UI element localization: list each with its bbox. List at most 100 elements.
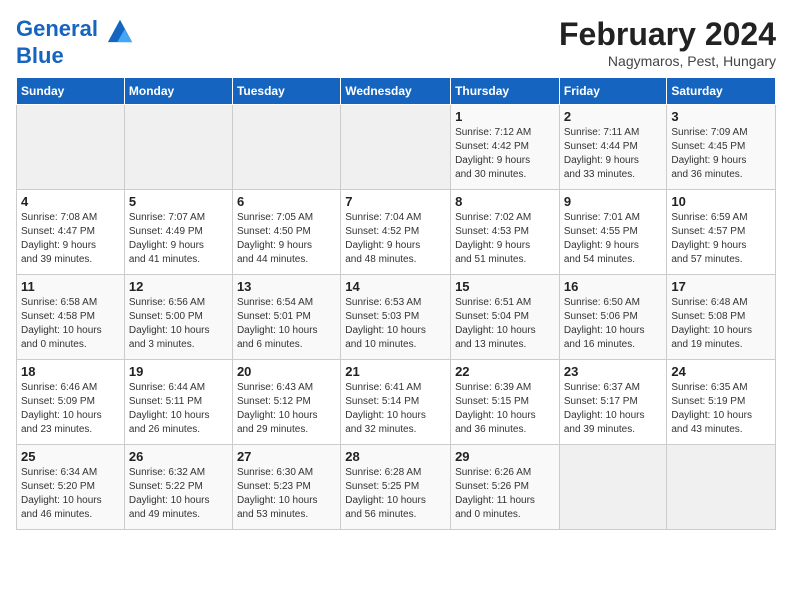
day-info: Sunrise: 6:46 AMSunset: 5:09 PMDaylight:… [21,381,120,437]
calendar-cell: 27 Sunrise: 6:30 AMSunset: 5:23 PMDayligh… [232,445,340,530]
calendar-cell: 2 Sunrise: 7:11 AMSunset: 4:44 PMDaylight… [559,105,667,190]
calendar-header: SundayMondayTuesdayWednesdayThursdayFrid… [17,78,776,105]
day-number: 29 [455,449,555,464]
day-number: 24 [671,364,771,379]
calendar-cell: 9 Sunrise: 7:01 AMSunset: 4:55 PMDaylight… [559,190,667,275]
day-info: Sunrise: 6:59 AMSunset: 4:57 PMDaylight:… [671,211,771,267]
day-info: Sunrise: 6:35 AMSunset: 5:19 PMDaylight:… [671,381,771,437]
calendar-cell: 10Sunrise: 6:59 AMSunset: 4:57 PMDayligh… [667,190,776,275]
calendar-cell: 4 Sunrise: 7:08 AMSunset: 4:47 PMDaylight… [17,190,125,275]
day-info: Sunrise: 6:28 AMSunset: 5:25 PMDaylight:… [345,466,446,522]
day-info: Sunrise: 7:04 AMSunset: 4:52 PMDaylight:… [345,211,446,267]
location-subtitle: Nagymaros, Pest, Hungary [559,53,776,69]
calendar-cell: 19 Sunrise: 6:44 AMSunset: 5:11 PMDayligh… [124,360,232,445]
title-area: February 2024 Nagymaros, Pest, Hungary [559,16,776,69]
calendar-cell: 11 Sunrise: 6:58 AMSunset: 4:58 PMDayligh… [17,275,125,360]
day-number: 18 [21,364,120,379]
day-number: 20 [237,364,336,379]
week-row-2: 4 Sunrise: 7:08 AMSunset: 4:47 PMDaylight… [17,190,776,275]
calendar-cell: 29 Sunrise: 6:26 AMSunset: 5:26 PMDayligh… [451,445,560,530]
day-info: Sunrise: 6:26 AMSunset: 5:26 PMDaylight:… [455,466,555,522]
day-info: Sunrise: 6:34 AMSunset: 5:20 PMDaylight:… [21,466,120,522]
calendar-cell: 12Sunrise: 6:56 AMSunset: 5:00 PMDayligh… [124,275,232,360]
day-header-saturday: Saturday [667,78,776,105]
day-info: Sunrise: 6:50 AMSunset: 5:06 PMDaylight:… [564,296,663,352]
day-number: 1 [455,109,555,124]
day-info: Sunrise: 6:41 AMSunset: 5:14 PMDaylight:… [345,381,446,437]
day-number: 9 [564,194,663,209]
calendar-cell [341,105,451,190]
day-number: 4 [21,194,120,209]
calendar-cell: 3 Sunrise: 7:09 AMSunset: 4:45 PMDaylight… [667,105,776,190]
calendar-cell: 6Sunrise: 7:05 AMSunset: 4:50 PMDaylight… [232,190,340,275]
logo-icon [106,16,134,44]
day-number: 22 [455,364,555,379]
calendar-cell: 7Sunrise: 7:04 AMSunset: 4:52 PMDaylight… [341,190,451,275]
week-row-5: 25 Sunrise: 6:34 AMSunset: 5:20 PMDayligh… [17,445,776,530]
day-info: Sunrise: 6:51 AMSunset: 5:04 PMDaylight:… [455,296,555,352]
day-number: 12 [129,279,228,294]
day-info: Sunrise: 6:30 AMSunset: 5:23 PMDaylight:… [237,466,336,522]
day-number: 25 [21,449,120,464]
day-number: 13 [237,279,336,294]
week-row-3: 11 Sunrise: 6:58 AMSunset: 4:58 PMDayligh… [17,275,776,360]
day-number: 26 [129,449,228,464]
day-info: Sunrise: 6:37 AMSunset: 5:17 PMDaylight:… [564,381,663,437]
day-info: Sunrise: 7:11 AMSunset: 4:44 PMDaylight:… [564,126,663,182]
day-number: 5 [129,194,228,209]
day-number: 16 [564,279,663,294]
calendar-cell [667,445,776,530]
day-info: Sunrise: 6:43 AMSunset: 5:12 PMDaylight:… [237,381,336,437]
day-info: Sunrise: 7:07 AMSunset: 4:49 PMDaylight:… [129,211,228,267]
calendar-cell: 1 Sunrise: 7:12 AMSunset: 4:42 PMDaylight… [451,105,560,190]
day-number: 3 [671,109,771,124]
day-header-thursday: Thursday [451,78,560,105]
calendar-cell: 8Sunrise: 7:02 AMSunset: 4:53 PMDaylight… [451,190,560,275]
calendar-cell: 22Sunrise: 6:39 AMSunset: 5:15 PMDayligh… [451,360,560,445]
day-info: Sunrise: 7:09 AMSunset: 4:45 PMDaylight:… [671,126,771,182]
day-info: Sunrise: 6:32 AMSunset: 5:22 PMDaylight:… [129,466,228,522]
day-info: Sunrise: 7:12 AMSunset: 4:42 PMDaylight:… [455,126,555,182]
day-number: 11 [21,279,120,294]
calendar-cell: 26 Sunrise: 6:32 AMSunset: 5:22 PMDayligh… [124,445,232,530]
logo-blue: Blue [16,44,134,68]
day-number: 23 [564,364,663,379]
calendar-cell: 15 Sunrise: 6:51 AMSunset: 5:04 PMDayligh… [451,275,560,360]
calendar-cell: 18 Sunrise: 6:46 AMSunset: 5:09 PMDayligh… [17,360,125,445]
header-row: SundayMondayTuesdayWednesdayThursdayFrid… [17,78,776,105]
calendar-cell: 21 Sunrise: 6:41 AMSunset: 5:14 PMDayligh… [341,360,451,445]
day-header-tuesday: Tuesday [232,78,340,105]
logo: General Blue [16,16,134,68]
week-row-1: 1 Sunrise: 7:12 AMSunset: 4:42 PMDaylight… [17,105,776,190]
day-info: Sunrise: 7:05 AMSunset: 4:50 PMDaylight:… [237,211,336,267]
day-number: 15 [455,279,555,294]
calendar-cell: 13 Sunrise: 6:54 AMSunset: 5:01 PMDayligh… [232,275,340,360]
day-number: 21 [345,364,446,379]
day-header-monday: Monday [124,78,232,105]
day-info: Sunrise: 6:58 AMSunset: 4:58 PMDaylight:… [21,296,120,352]
calendar-cell: 28Sunrise: 6:28 AMSunset: 5:25 PMDayligh… [341,445,451,530]
day-info: Sunrise: 7:01 AMSunset: 4:55 PMDaylight:… [564,211,663,267]
calendar-cell [17,105,125,190]
day-number: 8 [455,194,555,209]
calendar-cell: 23 Sunrise: 6:37 AMSunset: 5:17 PMDayligh… [559,360,667,445]
day-number: 17 [671,279,771,294]
calendar-cell [232,105,340,190]
day-info: Sunrise: 6:44 AMSunset: 5:11 PMDaylight:… [129,381,228,437]
day-number: 19 [129,364,228,379]
calendar-cell: 24 Sunrise: 6:35 AMSunset: 5:19 PMDayligh… [667,360,776,445]
calendar-cell: 16 Sunrise: 6:50 AMSunset: 5:06 PMDayligh… [559,275,667,360]
month-year-title: February 2024 [559,16,776,53]
calendar-cell: 14Sunrise: 6:53 AMSunset: 5:03 PMDayligh… [341,275,451,360]
calendar-cell: 20 Sunrise: 6:43 AMSunset: 5:12 PMDayligh… [232,360,340,445]
day-header-wednesday: Wednesday [341,78,451,105]
week-row-4: 18 Sunrise: 6:46 AMSunset: 5:09 PMDayligh… [17,360,776,445]
page-header: General Blue February 2024 Nagymaros, Pe… [16,16,776,69]
day-info: Sunrise: 7:08 AMSunset: 4:47 PMDaylight:… [21,211,120,267]
day-info: Sunrise: 6:48 AMSunset: 5:08 PMDaylight:… [671,296,771,352]
day-info: Sunrise: 6:54 AMSunset: 5:01 PMDaylight:… [237,296,336,352]
day-number: 2 [564,109,663,124]
day-number: 27 [237,449,336,464]
calendar-cell [559,445,667,530]
logo-text: General [16,16,134,44]
